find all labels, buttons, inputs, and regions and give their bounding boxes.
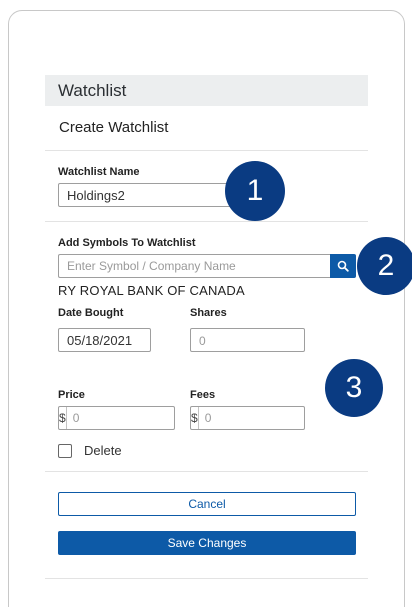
watchlist-name-label: Watchlist Name bbox=[58, 166, 140, 178]
shares-label: Shares bbox=[190, 307, 227, 319]
step-badge-1: 1 bbox=[225, 161, 285, 221]
divider bbox=[45, 221, 368, 222]
save-changes-button[interactable]: Save Changes bbox=[58, 531, 356, 555]
fees-field: $ bbox=[190, 406, 360, 430]
fees-prefix: $ bbox=[191, 407, 199, 429]
panel-subtitle: Create Watchlist bbox=[59, 119, 169, 136]
add-symbols-label: Add Symbols To Watchlist bbox=[58, 237, 196, 249]
watchlist-name-input[interactable] bbox=[58, 183, 241, 207]
delete-checkbox[interactable] bbox=[58, 444, 72, 458]
step-badge-3: 3 bbox=[325, 359, 383, 417]
divider bbox=[45, 150, 368, 151]
panel-header: Watchlist bbox=[45, 75, 368, 106]
shares-input[interactable] bbox=[190, 328, 305, 352]
divider bbox=[45, 471, 368, 472]
price-label: Price bbox=[58, 389, 85, 401]
divider bbox=[45, 578, 368, 579]
date-bought-label: Date Bought bbox=[58, 307, 124, 319]
watchlist-panel: Watchlist Create Watchlist Watchlist Nam… bbox=[45, 75, 368, 607]
search-button[interactable] bbox=[330, 254, 356, 278]
date-bought-input[interactable] bbox=[58, 328, 151, 352]
fees-label: Fees bbox=[190, 389, 216, 401]
price-field: $ bbox=[58, 406, 228, 430]
company-name: RY ROYAL BANK OF CANADA bbox=[58, 283, 245, 298]
symbol-search bbox=[58, 254, 356, 278]
cancel-button[interactable]: Cancel bbox=[58, 492, 356, 516]
price-prefix: $ bbox=[59, 407, 67, 429]
delete-label: Delete bbox=[84, 443, 122, 458]
symbol-search-input[interactable] bbox=[58, 254, 330, 278]
search-icon bbox=[337, 260, 349, 272]
step-badge-2: 2 bbox=[357, 237, 412, 295]
